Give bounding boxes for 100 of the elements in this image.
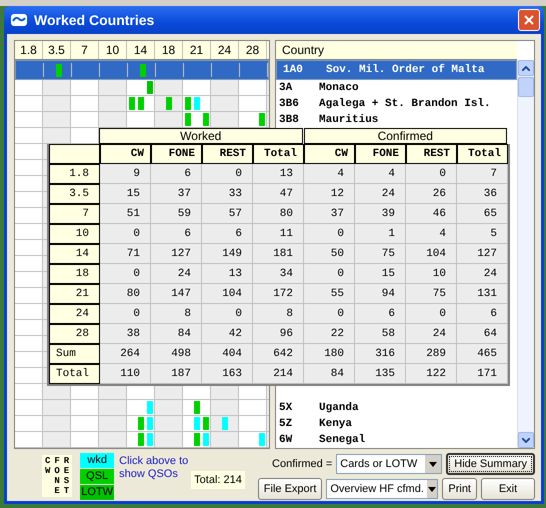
confirmed-dropdown[interactable]: Cards or LOTW	[336, 454, 442, 474]
table-cell: 64	[457, 324, 508, 344]
table-cell: 37	[304, 204, 355, 224]
table-cell: 84	[151, 324, 202, 344]
qso-mark[interactable]	[166, 97, 172, 110]
country-row[interactable]: 3B6 Agalega + St. Brandon Isl.	[276, 96, 517, 112]
column-header: CW	[100, 144, 151, 164]
qso-mark[interactable]	[194, 401, 200, 414]
qso-mark[interactable]	[258, 433, 264, 446]
band-header: 7	[71, 41, 99, 59]
table-cell: 47	[253, 184, 304, 204]
grid-row[interactable]	[15, 432, 269, 448]
row-label: 18	[49, 264, 100, 284]
table-cell: 127	[151, 244, 202, 264]
table-cell: 59	[151, 204, 202, 224]
band-header: 21	[183, 41, 211, 59]
print-button[interactable]: Print	[442, 478, 477, 500]
country-row[interactable]: 1A0 Sov. Mil. Order of Malta	[276, 60, 517, 80]
total-count: Total: 214	[191, 471, 245, 489]
table-cell: 80	[100, 284, 151, 304]
table-cell: 22	[304, 324, 355, 344]
band-header: 10	[99, 41, 127, 59]
qso-mark[interactable]	[202, 113, 208, 126]
table-cell: 135	[355, 364, 406, 384]
qso-mark[interactable]	[258, 113, 264, 126]
hide-summary-button[interactable]: Hide Summary	[446, 453, 535, 475]
qso-mark[interactable]	[194, 433, 200, 446]
table-cell: 7	[457, 164, 508, 184]
grid-row[interactable]	[15, 416, 269, 432]
qso-mark[interactable]	[138, 97, 144, 110]
table-cell: 214	[253, 364, 304, 384]
hint-text: Click above to show QSOs	[119, 455, 190, 482]
scroll-thumb[interactable]	[518, 77, 534, 97]
grid-row[interactable]	[15, 96, 269, 112]
qso-mark[interactable]	[146, 417, 152, 430]
scroll-up-button[interactable]	[518, 60, 534, 76]
table-cell: 75	[406, 284, 457, 304]
prefix-text: 5Z	[278, 418, 294, 430]
file-export-button[interactable]: File Export	[258, 478, 322, 500]
table-cell: 0	[406, 304, 457, 324]
qso-mark[interactable]	[184, 113, 190, 126]
status-legend: wkd	[80, 453, 114, 468]
country-row[interactable]: 5X Uganda	[276, 400, 517, 416]
country-row[interactable]: 6W Senegal	[276, 432, 517, 448]
qso-mark[interactable]	[128, 97, 134, 110]
table-cell: 58	[355, 324, 406, 344]
table-cell: 6	[457, 304, 508, 324]
table-cell: 84	[304, 364, 355, 384]
prefix-text: 3A	[278, 82, 294, 94]
table-cell: 0	[304, 304, 355, 324]
table-cell: 180	[304, 344, 355, 364]
export-dropdown[interactable]: Overview HF cfmd.	[326, 479, 438, 499]
mode-legend-text: REST	[64, 457, 70, 495]
table-cell: 131	[457, 284, 508, 304]
status-legend: LOTW	[80, 485, 114, 500]
prefix-text: 6W	[278, 434, 294, 446]
table-cell: 13	[202, 264, 253, 284]
group-header: Confirmed	[304, 128, 507, 144]
qso-mark[interactable]	[194, 97, 200, 110]
table-cell: 6	[151, 224, 202, 244]
column-header: REST	[202, 144, 253, 164]
row-label: 1.8	[49, 164, 100, 184]
country-row[interactable]: 3A Monaco	[276, 80, 517, 96]
exit-button[interactable]: Exit	[481, 478, 535, 500]
qso-mark[interactable]	[146, 433, 152, 446]
table-cell: 24	[151, 264, 202, 284]
table-cell: 8	[253, 304, 304, 324]
table-cell: 110	[100, 364, 151, 384]
country-row[interactable]: 5Z Kenya	[276, 416, 517, 432]
qso-mark[interactable]	[138, 433, 144, 446]
grid-row[interactable]	[15, 400, 269, 416]
scroll-down-button[interactable]	[518, 432, 534, 448]
band-header: 18	[155, 41, 183, 59]
table-cell: 0	[304, 264, 355, 284]
qso-mark[interactable]	[194, 417, 200, 430]
close-button[interactable]	[518, 9, 540, 31]
table-cell: 264	[100, 344, 151, 364]
table-cell: 181	[253, 244, 304, 264]
row-label: 3.5	[49, 184, 100, 204]
qso-mark[interactable]	[138, 417, 144, 430]
table-cell: 6	[355, 304, 406, 324]
table-cell: 13	[253, 164, 304, 184]
country-name: Agalega + St. Brandon Isl.	[319, 98, 491, 110]
qso-mark[interactable]	[146, 81, 152, 94]
table-cell: 38	[100, 324, 151, 344]
country-row[interactable]: 3B8 Mauritius	[276, 112, 517, 128]
table-cell: 9	[100, 164, 151, 184]
grid-row[interactable]	[15, 80, 269, 96]
country-name: Senegal	[319, 434, 366, 446]
table-cell: 80	[253, 204, 304, 224]
qso-mark[interactable]	[202, 433, 208, 446]
qso-mark[interactable]	[202, 417, 208, 430]
qso-mark[interactable]	[184, 97, 190, 110]
chevron-down-icon	[522, 438, 530, 442]
qso-mark[interactable]	[222, 417, 228, 430]
prefix-text: 3B6	[278, 98, 300, 110]
column-header: FONE	[355, 144, 406, 164]
qso-mark[interactable]	[146, 401, 152, 414]
table-cell: 75	[355, 244, 406, 264]
table-cell: 122	[406, 364, 457, 384]
